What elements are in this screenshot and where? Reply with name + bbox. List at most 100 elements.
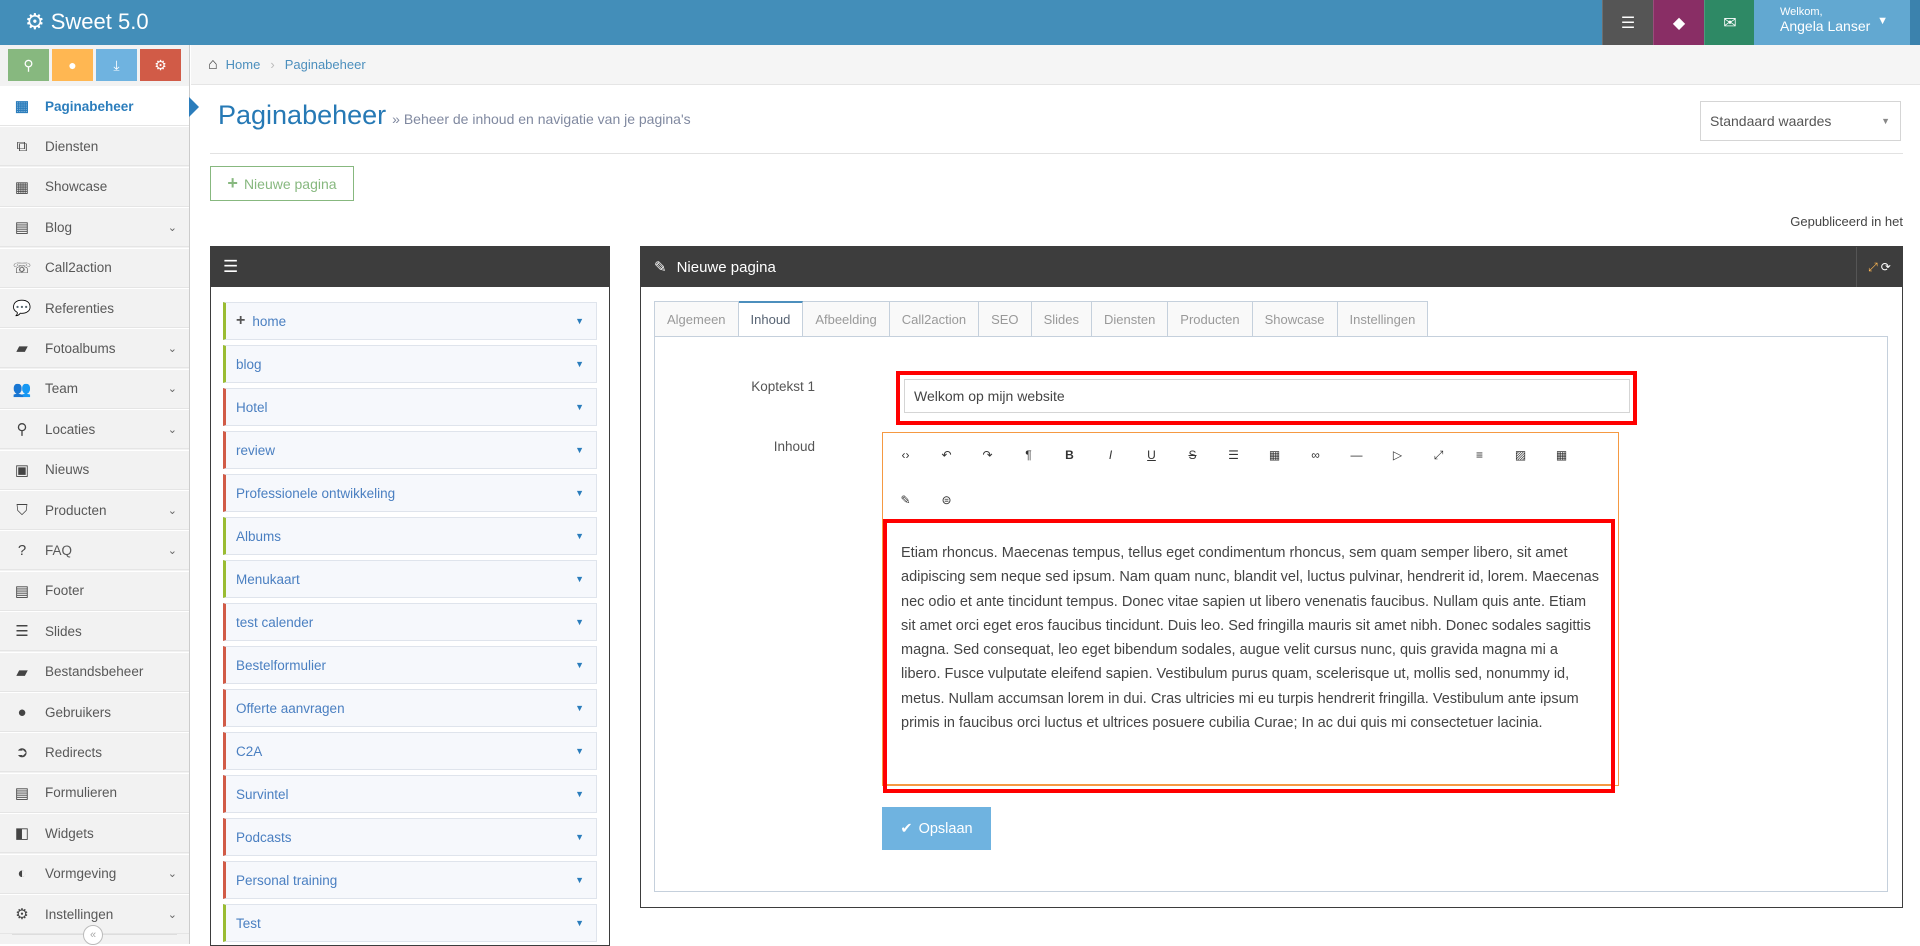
user-menu[interactable]: Welkom, Angela Lanser ▼	[1754, 0, 1910, 45]
page-name[interactable]: Hotel	[236, 400, 268, 415]
page-name[interactable]: review	[236, 443, 275, 458]
page-name[interactable]: Survintel	[236, 787, 289, 802]
new-page-button[interactable]: + Nieuwe pagina	[210, 166, 354, 201]
caret-down-icon[interactable]: ▼	[575, 789, 584, 799]
sidebar-item-formulieren[interactable]: ▤ Formulieren	[0, 772, 189, 813]
circle-icon[interactable]: ⊜	[926, 480, 967, 520]
tab-algemeen[interactable]: Algemeen	[654, 301, 739, 337]
breadcrumb-home[interactable]: Home	[226, 57, 261, 72]
caret-down-icon[interactable]: ▼	[575, 445, 584, 455]
redo-icon[interactable]: ↷	[967, 435, 1008, 475]
bars-icon[interactable]: ☰	[223, 257, 238, 277]
undo-icon[interactable]: ↶	[926, 435, 967, 475]
sidebar-item-fotoalbums[interactable]: ▰ Fotoalbums ⌄	[0, 328, 189, 369]
caret-down-icon[interactable]: ▼	[575, 402, 584, 412]
superman-button[interactable]: ◆	[1653, 0, 1704, 45]
caret-down-icon[interactable]: ▼	[575, 832, 584, 842]
page-name[interactable]: Test	[236, 916, 261, 931]
shortcut-settings[interactable]: ⚙	[140, 49, 181, 81]
code-icon[interactable]: ‹›	[885, 435, 926, 475]
messages-button[interactable]: ✉	[1704, 0, 1755, 45]
list-icon[interactable]: ☰	[1213, 435, 1254, 475]
tab-diensten[interactable]: Diensten	[1091, 301, 1169, 337]
page-list-item[interactable]: + home ▼	[223, 302, 597, 340]
tab-producten[interactable]: Producten	[1168, 301, 1253, 337]
page-list-item[interactable]: Survintel ▼	[223, 775, 597, 813]
sidebar-item-slides[interactable]: ☰ Slides	[0, 611, 189, 652]
sidebar-item-footer[interactable]: ▤ Footer	[0, 570, 189, 611]
page-list-item[interactable]: test calender ▼	[223, 603, 597, 641]
server-button[interactable]: ☰	[1602, 0, 1653, 45]
tab-call2action[interactable]: Call2action	[889, 301, 980, 337]
caret-down-icon[interactable]: ▼	[575, 488, 584, 498]
sidebar-item-producten[interactable]: ⛉ Producten ⌄	[0, 490, 189, 530]
editor-content[interactable]: Etiam rhoncus. Maecenas tempus, tellus e…	[901, 541, 1601, 735]
plus-icon[interactable]: +	[236, 312, 245, 330]
image-icon[interactable]: ▨	[1500, 435, 1541, 475]
shortcut-download[interactable]: ⤓	[96, 49, 137, 81]
align-icon[interactable]: ≡	[1459, 435, 1500, 475]
caret-down-icon[interactable]: ▼	[575, 316, 584, 326]
caret-down-icon[interactable]: ▼	[575, 574, 584, 584]
page-list-item[interactable]: Offerte aanvragen ▼	[223, 689, 597, 727]
caret-down-icon[interactable]: ▼	[575, 531, 584, 541]
tab-afbeelding[interactable]: Afbeelding	[803, 301, 890, 337]
page-name[interactable]: C2A	[236, 744, 262, 759]
save-button[interactable]: ✔ Opslaan	[882, 807, 991, 850]
sidebar-item-call2action[interactable]: ☏ Call2action	[0, 247, 189, 288]
sidebar-item-gebruikers[interactable]: ● Gebruikers	[0, 692, 189, 732]
horizontal-rule-icon[interactable]: —	[1336, 435, 1377, 475]
shortcut-users[interactable]: ●	[52, 49, 93, 81]
sidebar-item-vormgeving[interactable]: ◐ Vormgeving ⌄	[0, 853, 189, 894]
sidebar-item-team[interactable]: 👥 Team ⌄	[0, 368, 189, 409]
paragraph-icon[interactable]: ¶	[1008, 435, 1049, 475]
fullscreen-icon[interactable]: ⤢	[1418, 435, 1459, 475]
sidebar-item-faq[interactable]: ? FAQ ⌄	[0, 530, 189, 571]
sidebar-item-locaties[interactable]: ⚲ Locaties ⌄	[0, 409, 189, 450]
caret-down-icon[interactable]: ▼	[575, 746, 584, 756]
caret-down-icon[interactable]: ▼	[575, 617, 584, 627]
page-list-item[interactable]: Albums ▼	[223, 517, 597, 555]
italic-icon[interactable]: I	[1090, 435, 1131, 475]
caret-down-icon[interactable]: ▼	[575, 918, 584, 928]
page-list-item[interactable]: C2A ▼	[223, 732, 597, 770]
refresh-icon[interactable]: ⟳	[1881, 260, 1891, 274]
tab-slides[interactable]: Slides	[1031, 301, 1092, 337]
page-list-item[interactable]: Podcasts ▼	[223, 818, 597, 856]
sidebar-item-showcase[interactable]: ▦ Showcase	[0, 166, 189, 207]
page-name[interactable]: Bestelformulier	[236, 658, 326, 673]
link-icon[interactable]: ∞	[1295, 435, 1336, 475]
sidebar-item-referenties[interactable]: 💬 Referenties	[0, 288, 189, 328]
page-name[interactable]: Menukaart	[236, 572, 300, 587]
tab-inhoud[interactable]: Inhoud	[738, 301, 804, 337]
sidebar-item-diensten[interactable]: ⧉ Diensten	[0, 126, 189, 167]
strikethrough-icon[interactable]: S	[1172, 435, 1213, 475]
video-icon[interactable]: ▷	[1377, 435, 1418, 475]
page-name[interactable]: Professionele ontwikkeling	[236, 486, 395, 501]
shortcut-locations[interactable]: ⚲	[8, 49, 49, 81]
table-icon[interactable]: ▦	[1254, 435, 1295, 475]
page-name[interactable]: test calender	[236, 615, 313, 630]
underline-icon[interactable]: U	[1131, 435, 1172, 475]
sidebar-item-blog[interactable]: ▤ Blog ⌄	[0, 207, 189, 248]
page-list-item[interactable]: Menukaart ▼	[223, 560, 597, 598]
tab-seo[interactable]: SEO	[979, 301, 1032, 337]
page-list-item[interactable]: blog ▼	[223, 345, 597, 383]
brand[interactable]: ⚙ Sweet 5.0	[25, 9, 149, 35]
page-list-item[interactable]: Bestelformulier ▼	[223, 646, 597, 684]
page-name[interactable]: Podcasts	[236, 830, 292, 845]
double-angle-left-icon[interactable]: «	[83, 925, 103, 945]
page-name[interactable]: home	[252, 314, 286, 329]
caret-down-icon[interactable]: ▼	[575, 359, 584, 369]
tab-showcase[interactable]: Showcase	[1252, 301, 1338, 337]
page-list-item[interactable]: Hotel ▼	[223, 388, 597, 426]
caret-down-icon[interactable]: ▼	[575, 660, 584, 670]
koptekst-input[interactable]	[904, 379, 1630, 413]
caret-down-icon[interactable]: ▼	[575, 875, 584, 885]
sidebar-item-redirects[interactable]: ➲ Redirects	[0, 732, 189, 773]
page-list-item[interactable]: Professionele ontwikkeling ▼	[223, 474, 597, 512]
sidebar-item-bestandsbeheer[interactable]: ▰ Bestandsbeheer	[0, 651, 189, 692]
bold-icon[interactable]: B	[1049, 435, 1090, 475]
page-name[interactable]: Personal training	[236, 873, 337, 888]
page-name[interactable]: blog	[236, 357, 262, 372]
